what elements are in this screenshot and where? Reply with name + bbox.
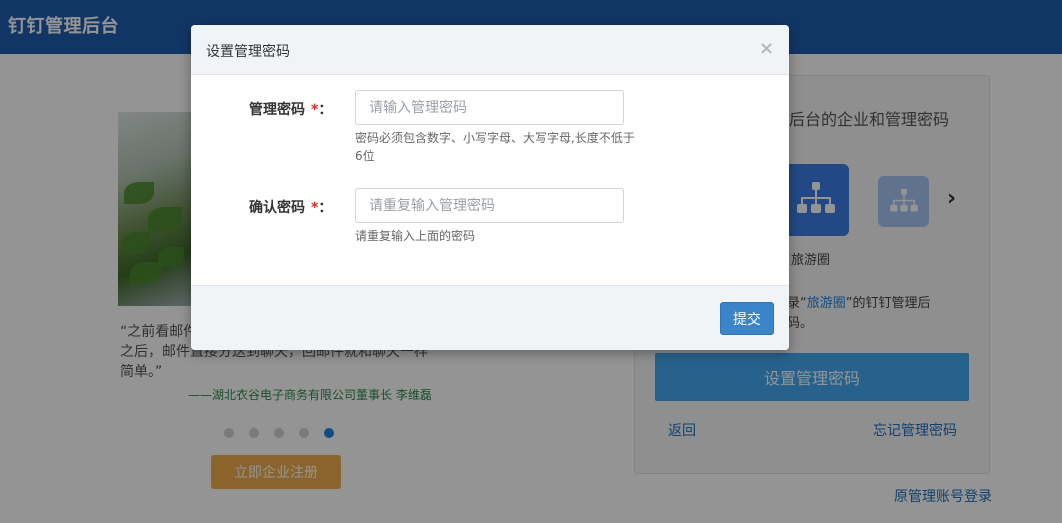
- password-label-text: 管理密码: [249, 102, 305, 118]
- confirm-password-label: 确认密码 *：: [249, 197, 332, 217]
- confirm-label-text: 确认密码: [249, 200, 305, 216]
- label-colon: ：: [318, 200, 333, 216]
- password-label: 管理密码 *：: [249, 99, 332, 119]
- close-icon[interactable]: ×: [759, 38, 774, 59]
- password-input[interactable]: [355, 90, 624, 125]
- confirm-help-text: 请重复输入上面的密码: [355, 229, 476, 243]
- password-help-text: 密码必须包含数字、小写字母、大写字母,长度不低于6位: [355, 131, 635, 163]
- dialog-header: 设置管理密码 ×: [191, 25, 789, 75]
- submit-button[interactable]: 提交: [720, 302, 774, 335]
- set-password-dialog: 设置管理密码 × 管理密码 *： 密码必须包含数字、小写字母、大写字母,长度不低于…: [191, 25, 789, 350]
- dialog-footer: 提交: [191, 285, 789, 350]
- confirm-password-input[interactable]: [355, 188, 624, 223]
- label-colon: ：: [318, 102, 333, 118]
- dialog-title: 设置管理密码: [206, 44, 290, 60]
